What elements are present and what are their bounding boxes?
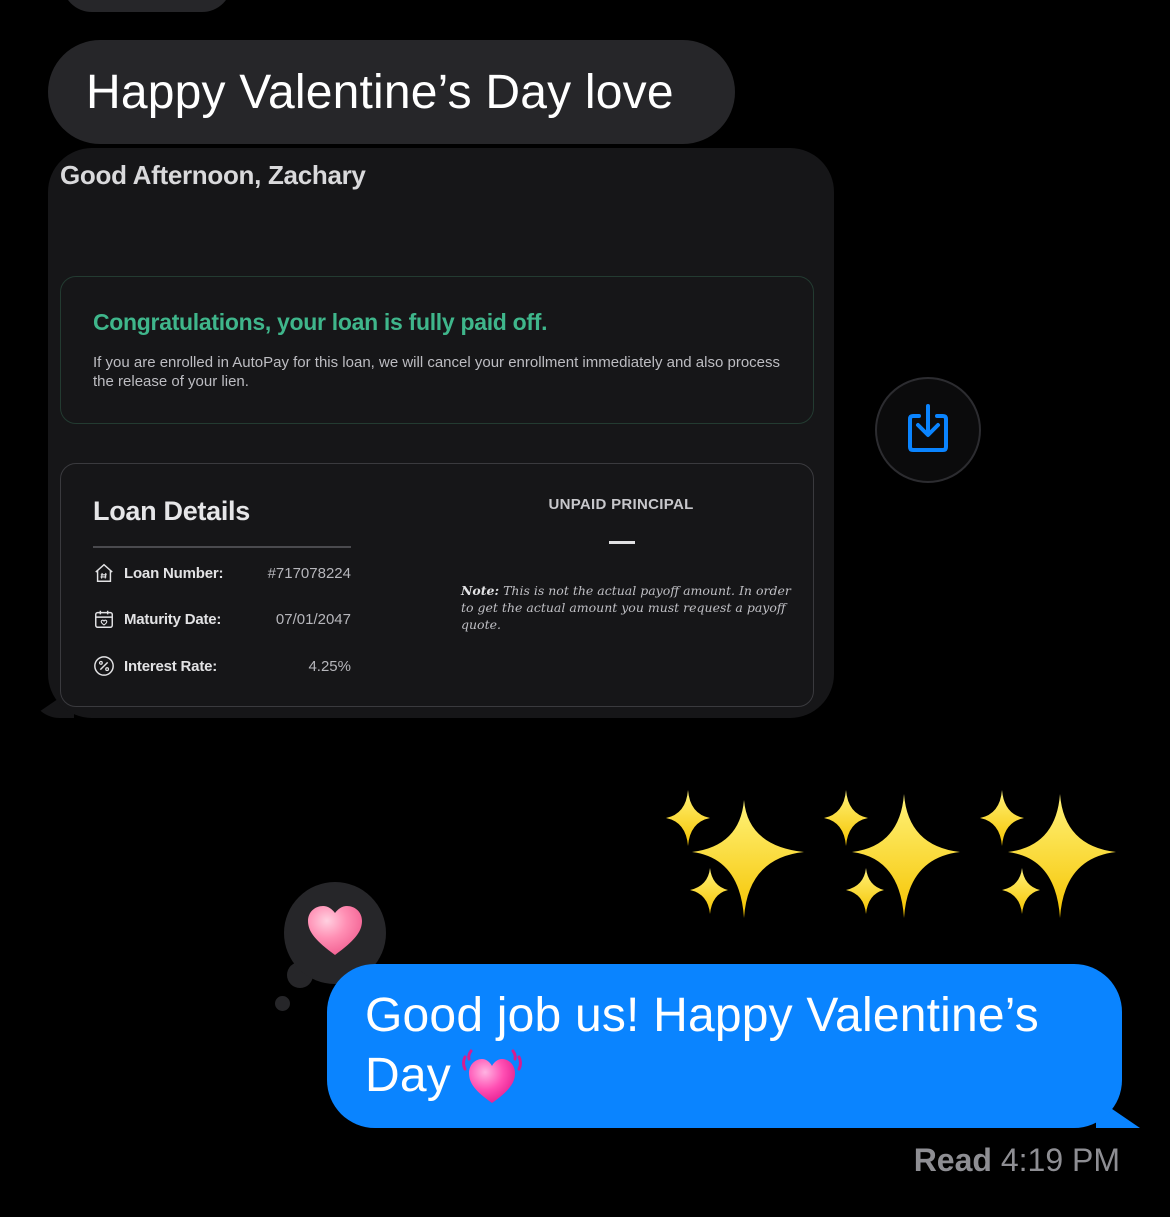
congrats-body: If you are enrolled in AutoPay for this … [93, 354, 781, 390]
outgoing-message-bubble[interactable]: Good job us! Happy Valentine’s Day [327, 964, 1122, 1128]
outgoing-message-line2: Day [365, 1049, 451, 1102]
note-label: Note: [461, 583, 500, 598]
read-label: Read [913, 1142, 992, 1178]
maturity-date-row: Maturity Date: 07/01/2047 [93, 606, 351, 632]
loan-number-value: #717078224 [267, 564, 351, 582]
loan-number-label: Loan Number: [124, 564, 224, 582]
outgoing-message-line2-row: Day [365, 1046, 1082, 1120]
sparkles-emoji-icon [666, 790, 1116, 918]
attachment-greeting: Good Afternoon, Zachary [60, 160, 366, 190]
unpaid-principal-value [609, 541, 635, 544]
outgoing-message-line1: Good job us! Happy Valentine’s [365, 989, 1039, 1042]
maturity-date-value: 07/01/2047 [275, 610, 351, 628]
read-time: 4:19 PM [1000, 1142, 1120, 1178]
heart-icon [306, 905, 364, 962]
read-receipt: Read 4:19 PM [914, 1142, 1120, 1179]
previous-message-bubble[interactable] [62, 0, 232, 12]
congrats-title: Congratulations, your loan is fully paid… [93, 309, 548, 335]
payoff-note: Note: This is not the actual payoff amou… [461, 582, 791, 633]
share-download-icon [904, 402, 952, 459]
tapback-tail-dot-small [275, 996, 290, 1011]
maturity-date-label: Maturity Date: [124, 610, 222, 628]
incoming-message-text: Happy Valentine’s Day love [86, 65, 674, 119]
house-hash-icon [93, 562, 115, 584]
growing-heart-icon [461, 1047, 523, 1120]
payoff-congrats-card: Congratulations, your loan is fully paid… [60, 276, 814, 424]
loan-details-card: Loan Details Loan Number: #717078224 Mat… [60, 463, 814, 707]
interest-rate-label: Interest Rate: [124, 657, 218, 675]
note-text: This is not the actual payoff amount. In… [461, 583, 791, 632]
sparkles-emoji-message[interactable] [662, 786, 1122, 926]
unpaid-principal-label: UNPAID PRINCIPAL [548, 496, 694, 513]
loan-number-row: Loan Number: #717078224 [93, 560, 351, 586]
incoming-message-bubble[interactable]: Happy Valentine’s Day love [48, 40, 735, 144]
loan-details-title: Loan Details [93, 496, 250, 526]
percent-circle-icon [93, 655, 115, 677]
calendar-heart-icon [93, 608, 115, 630]
share-button[interactable] [875, 377, 981, 483]
loan-details-divider [93, 546, 351, 548]
interest-rate-value: 4.25% [308, 657, 351, 675]
interest-rate-row: Interest Rate: 4.25% [93, 653, 351, 679]
